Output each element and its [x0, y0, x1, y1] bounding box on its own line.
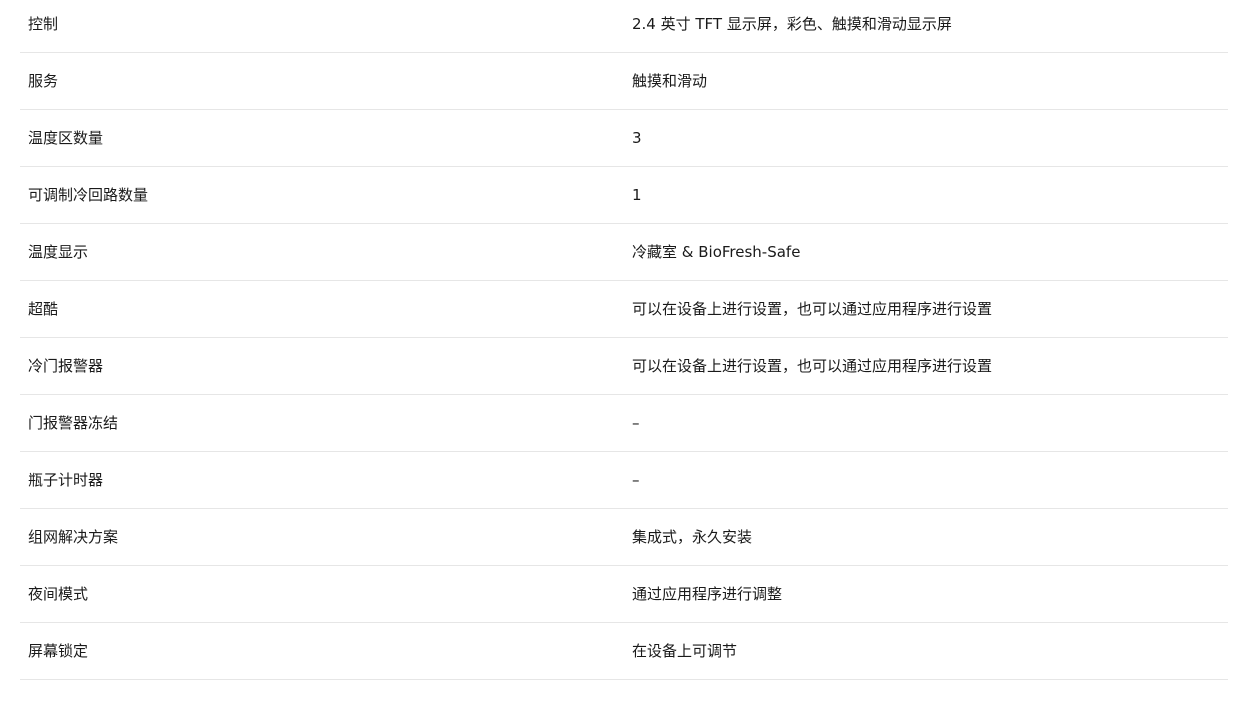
spec-row-door-alarm: 冷门报警器 可以在设备上进行设置，也可以通过应用程序进行设置	[20, 338, 1228, 395]
spec-label: 超酷	[28, 300, 59, 318]
spec-label: 可调制冷回路数量	[28, 186, 149, 204]
spec-table: 控制 2.4 英寸 TFT 显示屏，彩色、触摸和滑动显示屏 服务 触摸和滑动 温…	[20, 0, 1228, 680]
spec-row-freezer-door-alarm: 门报警器冻结 –	[20, 395, 1228, 452]
spec-value: 可以在设备上进行设置，也可以通过应用程序进行设置	[632, 357, 993, 375]
spec-row-supercool: 超酷 可以在设备上进行设置，也可以通过应用程序进行设置	[20, 281, 1228, 338]
spec-label: 冷门报警器	[28, 357, 104, 375]
spec-row-screen-lock: 屏幕锁定 在设备上可调节	[20, 623, 1228, 680]
spec-value: –	[632, 414, 640, 432]
spec-label: 屏幕锁定	[28, 642, 89, 660]
spec-value: 2.4 英寸 TFT 显示屏，彩色、触摸和滑动显示屏	[632, 15, 952, 33]
spec-row-networking: 组网解决方案 集成式，永久安装	[20, 509, 1228, 566]
spec-row-cooling-circuits: 可调制冷回路数量 1	[20, 167, 1228, 224]
spec-value: 触摸和滑动	[632, 72, 708, 90]
spec-label: 门报警器冻结	[28, 414, 119, 432]
spec-label: 组网解决方案	[28, 528, 119, 546]
spec-row-bottle-timer: 瓶子计时器 –	[20, 452, 1228, 509]
spec-label: 温度区数量	[28, 129, 104, 147]
spec-label: 夜间模式	[28, 585, 89, 603]
spec-row-operation: 服务 触摸和滑动	[20, 53, 1228, 110]
spec-value: 冷藏室 & BioFresh-Safe	[632, 243, 801, 261]
spec-value: 1	[632, 186, 642, 204]
spec-row-control: 控制 2.4 英寸 TFT 显示屏，彩色、触摸和滑动显示屏	[20, 0, 1228, 53]
spec-value: 3	[632, 129, 642, 147]
spec-value: 集成式，永久安装	[632, 528, 753, 546]
spec-label: 服务	[28, 72, 59, 90]
spec-value: –	[632, 471, 640, 489]
spec-value: 可以在设备上进行设置，也可以通过应用程序进行设置	[632, 300, 993, 318]
spec-row-temperature-display: 温度显示 冷藏室 & BioFresh-Safe	[20, 224, 1228, 281]
spec-label: 温度显示	[28, 243, 89, 261]
spec-value: 通过应用程序进行调整	[632, 585, 783, 603]
spec-row-night-mode: 夜间模式 通过应用程序进行调整	[20, 566, 1228, 623]
spec-row-temperature-zones: 温度区数量 3	[20, 110, 1228, 167]
spec-label: 瓶子计时器	[28, 471, 104, 489]
spec-value: 在设备上可调节	[632, 642, 738, 660]
spec-label: 控制	[28, 15, 59, 33]
